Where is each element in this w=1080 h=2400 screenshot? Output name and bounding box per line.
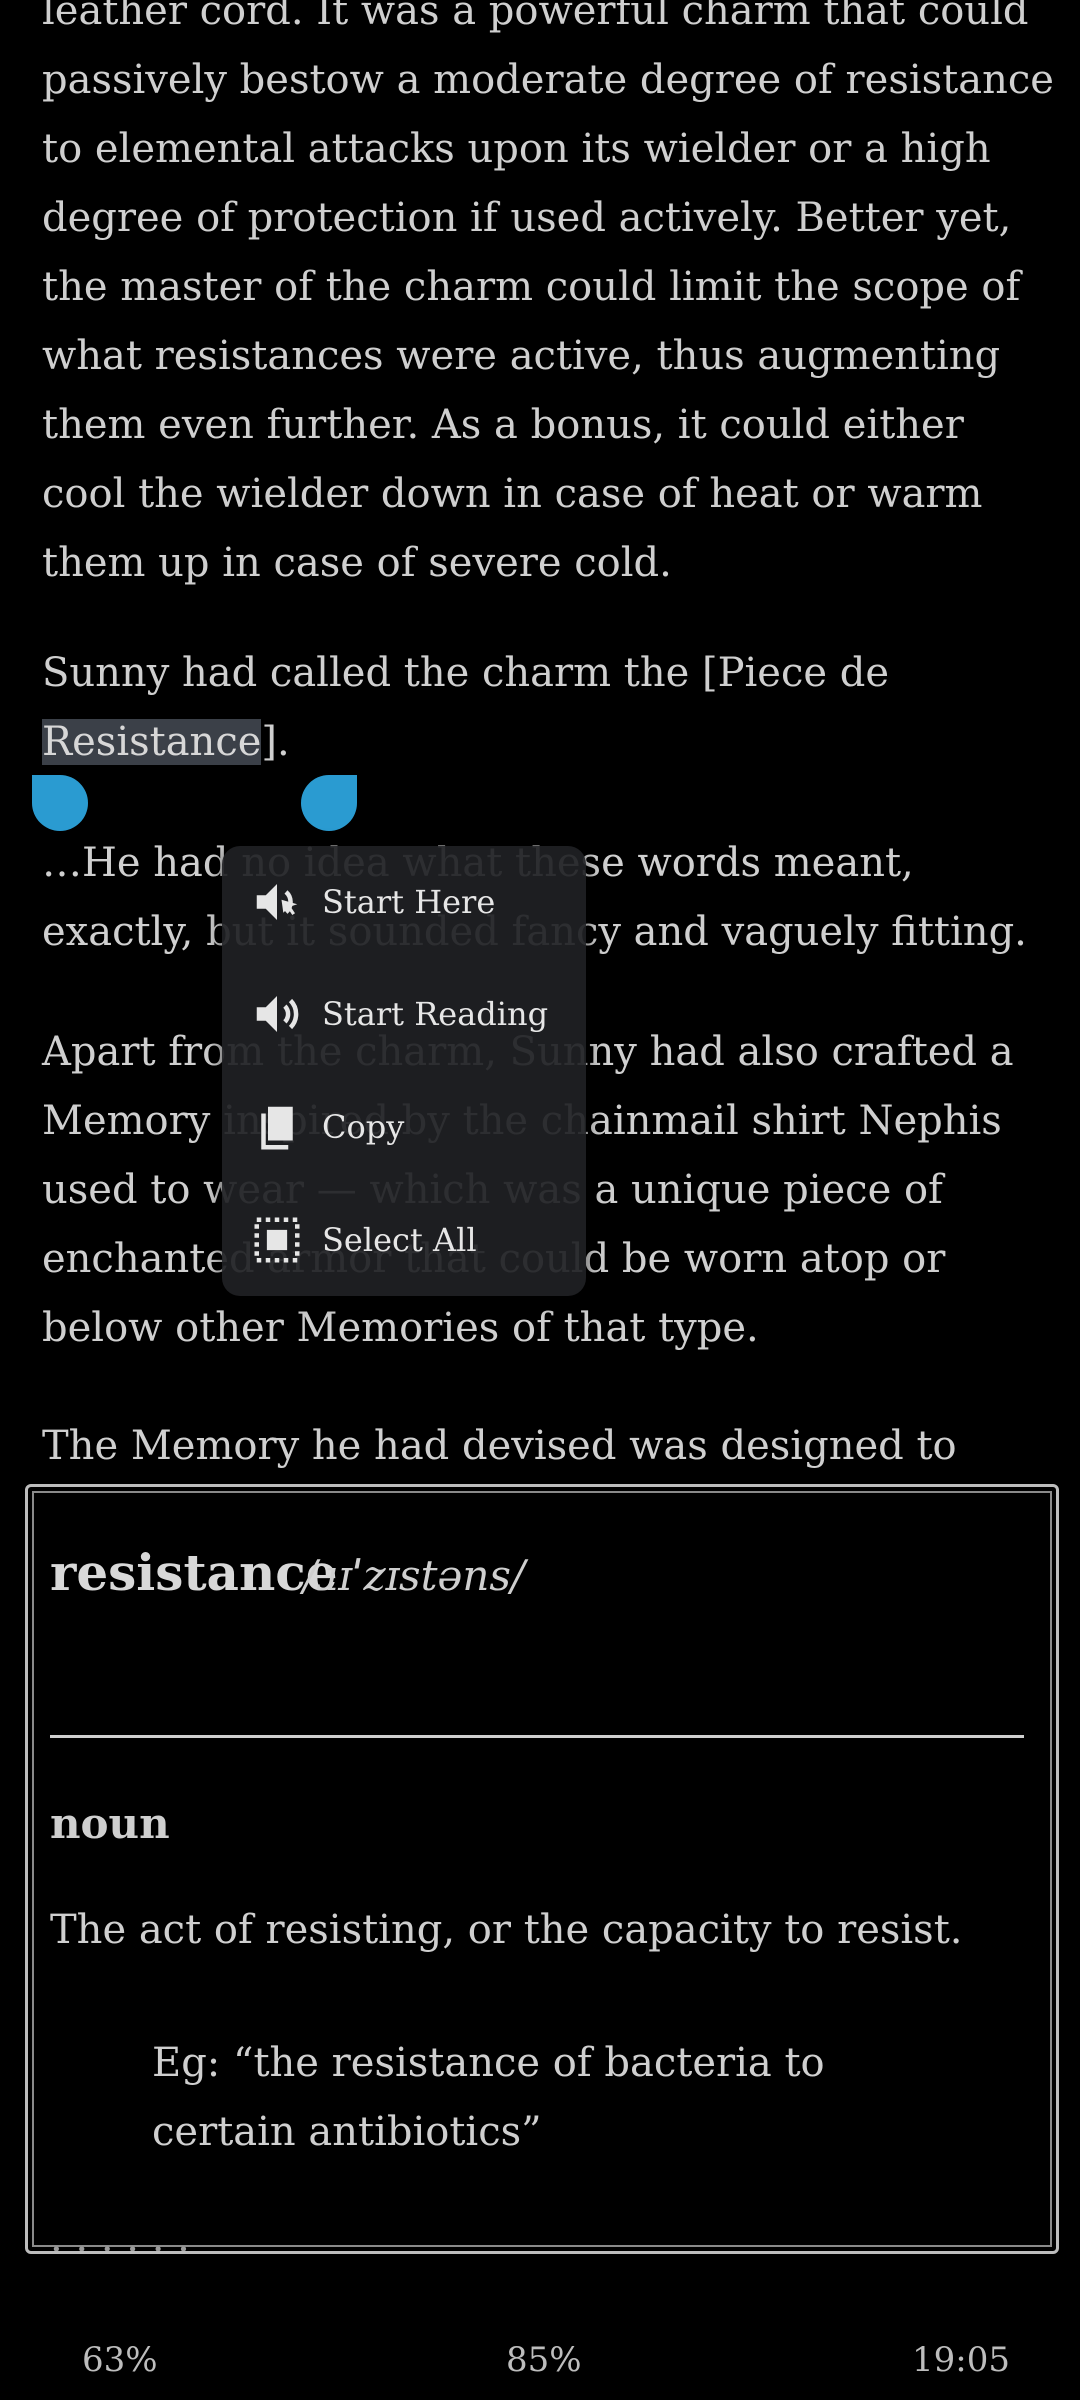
text-line: what resistances were active, thus augme… — [42, 333, 1001, 379]
text-line: Resistance]. — [42, 708, 889, 777]
speaker-cursor-icon — [256, 884, 298, 920]
speaker-icon — [256, 996, 299, 1032]
text-line: Sunny had called the charm the [Piece de — [42, 650, 890, 696]
text-line: The Memory he had devised was designed t… — [42, 1423, 957, 1469]
menu-item-label: Start Here — [322, 883, 496, 921]
paragraph-1: leather cord. It was a powerful charm th… — [42, 0, 1054, 598]
selection-end-handle[interactable] — [301, 775, 357, 831]
menu-item-label: Select All — [322, 1221, 477, 1259]
selected-word[interactable]: Resistance — [42, 719, 262, 765]
text-line: to elemental attacks upon its wielder or… — [42, 126, 991, 172]
copy-icon — [261, 1106, 293, 1150]
clock-time: 19:05 — [912, 2340, 1010, 2380]
battery-level: 63% — [82, 2340, 158, 2380]
text-line: degree of protection if used actively. B… — [42, 195, 1012, 241]
copy-button[interactable]: Copy — [222, 1071, 586, 1183]
dictionary-pronunciation: /ɹɪˈzɪstəns/ — [303, 1551, 526, 1600]
text-line: the master of the charm could limit the … — [42, 264, 1021, 310]
dictionary-example: Eg: “the resistance of bacteria to certa… — [152, 2029, 825, 2167]
text-line: them up in case of severe cold. — [42, 540, 672, 586]
text-line: leather cord. It was a powerful charm th… — [42, 0, 1029, 34]
text-line: passively bestow a moderate degree of re… — [42, 57, 1054, 103]
text-line: them even further. As a bonus, it could … — [42, 402, 964, 448]
dictionary-divider — [50, 1735, 1024, 1738]
text-line: below other Memories of that type. — [42, 1305, 759, 1351]
select-all-icon — [254, 1217, 300, 1263]
select-all-button[interactable]: Select All — [222, 1184, 586, 1296]
menu-item-label: Start Reading — [322, 995, 549, 1033]
text-selection-menu: Start Here Start Reading Copy Select All — [222, 846, 586, 1296]
text-line: cool the wielder down in case of heat or… — [42, 471, 983, 517]
dictionary-truncated-text: . . . . . . — [50, 2215, 190, 2254]
dictionary-definition: The act of resisting, or the capacity to… — [50, 1907, 963, 1953]
example-line: Eg: “the resistance of bacteria to — [152, 2040, 825, 2086]
start-here-button[interactable]: Start Here — [222, 846, 586, 958]
selection-start-handle[interactable] — [32, 775, 88, 831]
dictionary-part-of-speech: noun — [50, 1799, 170, 1848]
example-line: certain antibiotics” — [152, 2109, 542, 2155]
dictionary-popup[interactable]: resistance /ɹɪˈzɪstəns/ noun The act of … — [25, 1484, 1059, 2254]
dictionary-headword: resistance — [50, 1543, 338, 1602]
menu-item-label: Copy — [322, 1108, 405, 1146]
start-reading-button[interactable]: Start Reading — [222, 958, 586, 1070]
text-fragment: ]. — [261, 719, 290, 765]
reading-progress: 85% — [506, 2340, 582, 2380]
paragraph-2: Sunny had called the charm the [Piece de… — [42, 639, 889, 777]
paragraph-5: The Memory he had devised was designed t… — [42, 1412, 957, 1481]
